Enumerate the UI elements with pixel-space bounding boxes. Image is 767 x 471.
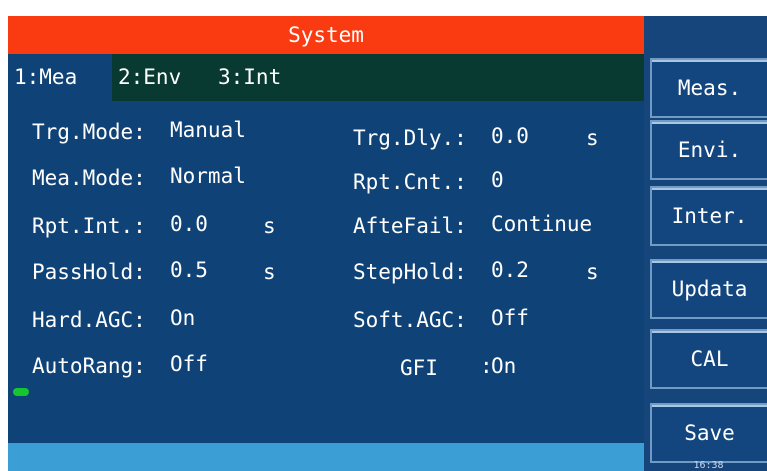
trg-mode-value[interactable]: Manual (170, 116, 246, 144)
tab-environment[interactable]: 2:Env (112, 54, 212, 101)
afte-fail-value[interactable]: Continue (491, 210, 592, 238)
step-hold-unit: s (586, 260, 599, 284)
rpt-int-unit: s (263, 214, 276, 238)
selection-cursor-icon (13, 388, 29, 396)
auto-rang-label: AutoRang: (32, 354, 146, 378)
tab-bar: 1:Mea 2:Env 3:Int (8, 54, 644, 101)
rpt-int-label: Rpt.Int.: (32, 214, 146, 238)
rpt-cnt-label: Rpt.Cnt.: (353, 170, 467, 194)
gfi-value[interactable]: On (491, 352, 516, 380)
trg-mode-label: Trg.Mode: (32, 120, 146, 144)
mea-mode-value[interactable]: Normal (170, 162, 246, 190)
mea-mode-label: Mea.Mode: (32, 166, 146, 190)
afte-fail-label: AfteFail: (353, 214, 467, 238)
pass-hold-unit: s (263, 260, 276, 284)
step-hold-label: StepHold: (353, 260, 467, 284)
trg-dly-value[interactable]: 0.0 (491, 122, 529, 150)
meas-button[interactable]: Meas. (650, 58, 767, 118)
auto-rang-value[interactable]: Off (170, 350, 208, 378)
pass-hold-value[interactable]: 0.5 (170, 256, 208, 284)
rpt-int-value[interactable]: 0.0 (170, 210, 208, 238)
hard-agc-label: Hard.AGC: (32, 308, 146, 332)
save-button[interactable]: Save (650, 403, 767, 463)
cal-button[interactable]: CAL (650, 329, 767, 389)
window-title: System (8, 16, 644, 54)
soft-agc-label: Soft.AGC: (353, 308, 467, 332)
trg-dly-label: Trg.Dly.: (353, 126, 467, 150)
pass-hold-label: PassHold: (32, 260, 146, 284)
hard-agc-value[interactable]: On (170, 304, 195, 332)
gfi-label: GFI (400, 356, 438, 380)
tab-interface[interactable]: 3:Int (212, 54, 312, 101)
clock: 16:38 (693, 460, 724, 471)
updata-button[interactable]: Updata (650, 259, 767, 319)
status-bar (8, 443, 644, 471)
soft-agc-value[interactable]: Off (491, 304, 529, 332)
trg-dly-unit: s (586, 126, 599, 150)
tab-measure[interactable]: 1:Mea (8, 54, 112, 101)
envi-button[interactable]: Envi. (650, 120, 767, 180)
step-hold-value[interactable]: 0.2 (491, 256, 529, 284)
inter-button[interactable]: Inter. (650, 186, 767, 246)
rpt-cnt-value[interactable]: 0 (491, 166, 504, 194)
